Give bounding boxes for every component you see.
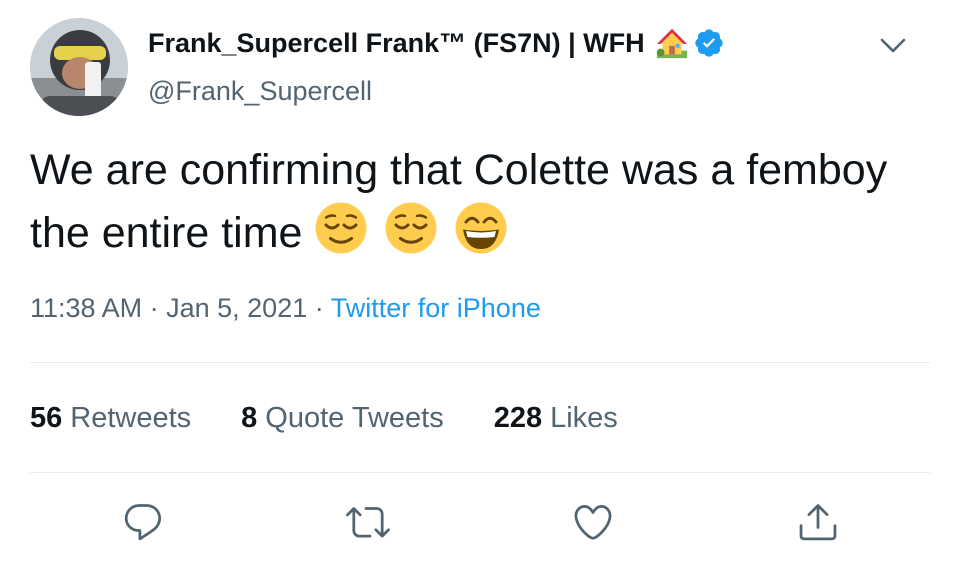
- share-icon: [799, 504, 837, 541]
- divider: [30, 362, 930, 363]
- retweet-icon: [346, 507, 390, 538]
- retweets-label: Retweets: [70, 402, 192, 434]
- engagement-stats: 56 Retweets 8 Quote Tweets 228 Likes: [30, 402, 668, 435]
- quote-tweets-label: Quote Tweets: [265, 402, 444, 434]
- likes-stat[interactable]: 228 Likes: [494, 402, 618, 435]
- author-name-row[interactable]: Frank_Supercell Frank™ (FS7N) | WFH: [148, 26, 725, 60]
- relieved-face-icon: [385, 202, 437, 254]
- retweets-stat[interactable]: 56 Retweets: [30, 402, 191, 435]
- likes-count: 228: [493, 402, 543, 434]
- author-display-name[interactable]: Frank_Supercell Frank™ (FS7N) | WFH: [148, 28, 645, 59]
- chevron-down-icon: [880, 38, 906, 53]
- like-icon: [574, 504, 612, 540]
- verified-badge-icon: [694, 29, 723, 57]
- grinning-face-icon: [455, 202, 507, 254]
- meta-separator: ·: [149, 293, 159, 323]
- house-with-garden-icon: [656, 28, 687, 59]
- author-handle[interactable]: @Frank_Supercell: [148, 76, 372, 107]
- divider: [30, 472, 930, 473]
- likes-label: Likes: [550, 402, 618, 434]
- meta-separator: ·: [314, 293, 324, 323]
- tweet-date[interactable]: Jan 5, 2021: [166, 293, 307, 323]
- more-options-button[interactable]: [876, 30, 910, 60]
- like-button[interactable]: [571, 500, 615, 544]
- reply-icon: [124, 504, 162, 541]
- share-button[interactable]: [796, 500, 840, 544]
- retweet-button[interactable]: [346, 500, 390, 544]
- tweet-time[interactable]: 11:38 AM: [30, 293, 142, 323]
- tweet-text: We are confirming that Colette was a fem…: [30, 140, 930, 264]
- tweet-source-link[interactable]: Twitter for iPhone: [331, 293, 541, 323]
- reply-button[interactable]: [121, 500, 165, 544]
- tweet-meta: 11:38 AM · Jan 5, 2021 · Twitter for iPh…: [30, 293, 541, 324]
- avatar[interactable]: [30, 18, 128, 116]
- quote-tweets-count: 8: [241, 402, 258, 434]
- relieved-face-icon: [315, 202, 367, 254]
- retweets-count: 56: [30, 402, 63, 434]
- quote-tweets-stat[interactable]: 8 Quote Tweets: [241, 402, 444, 435]
- emoji-row: [314, 201, 524, 255]
- tweet-action-bar: [0, 500, 960, 544]
